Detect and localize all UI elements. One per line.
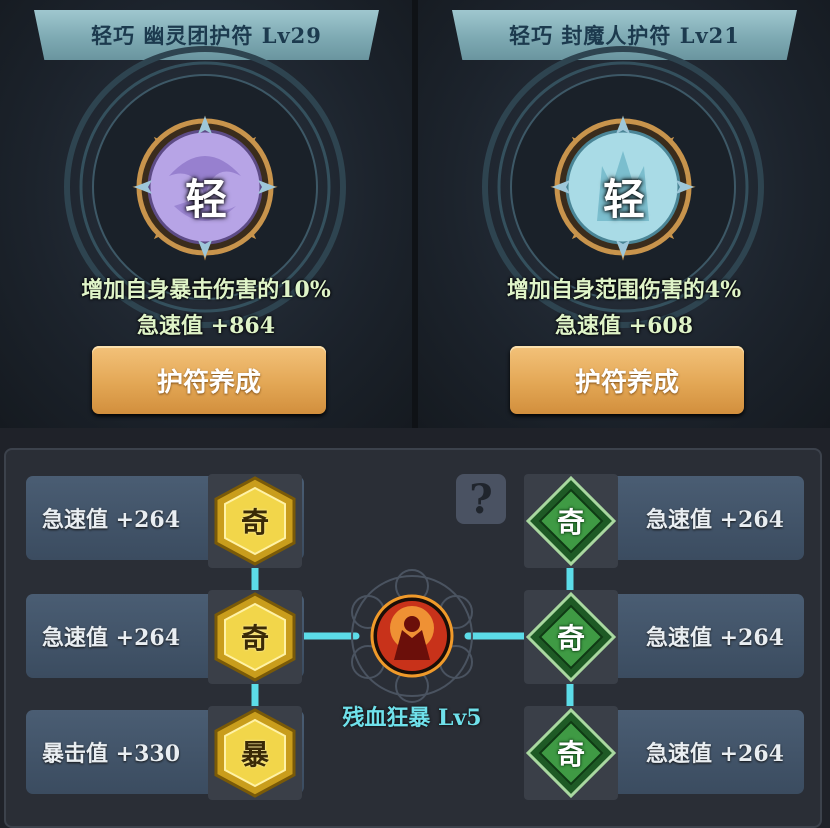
gem-glyph: 奇	[556, 622, 585, 655]
right-gem-slot-3[interactable]: 奇	[524, 706, 618, 800]
cultivate-amulet-button[interactable]: 护符养成	[510, 346, 744, 414]
left-gem-slot-2[interactable]: 奇	[208, 590, 302, 684]
core-skill-label: 残血狂暴 Lv5	[342, 705, 482, 731]
right-gem-slot-2[interactable]: 奇	[524, 590, 618, 684]
left-gem-slot-1[interactable]: 奇	[208, 474, 302, 568]
help-button[interactable]: ?	[456, 474, 506, 524]
amulet-stat: 急速值 +608	[554, 313, 694, 339]
talent-tree-panel: ? 急速值 +264 奇 急速值 +264 奇 暴击值 +330 暴 残血狂暴 …	[4, 448, 822, 828]
amulet-card-demon-sealer: 轻巧 封魔人护符 Lv21 轻 增加自身范围伤害的4% 急速值 +608 护符养…	[418, 0, 830, 428]
cultivate-amulet-button[interactable]: 护符养成	[92, 346, 326, 414]
amulet-effect: 增加自身范围伤害的4%	[506, 277, 742, 303]
gem-glyph: 暴	[240, 738, 269, 771]
rune-character: 轻	[184, 175, 227, 224]
amulet-effect: 增加自身暴击伤害的10%	[81, 277, 331, 303]
left-gem-slot-3[interactable]: 暴	[208, 706, 302, 800]
right-gem-slot-1[interactable]: 奇	[524, 474, 618, 568]
amulet-stat: 急速值 +864	[136, 313, 276, 339]
rune-character: 轻	[602, 175, 645, 224]
gem-glyph: 奇	[556, 738, 585, 771]
berserk-skill-icon[interactable]	[332, 568, 492, 718]
gem-glyph: 奇	[556, 506, 585, 539]
amulet-card-ghost: 轻巧 幽灵团护符 Lv29 轻 增加自身暴击伤害的10% 急速值 +864 护符…	[0, 0, 412, 428]
gem-glyph: 奇	[240, 506, 269, 539]
gem-glyph: 奇	[240, 622, 269, 655]
